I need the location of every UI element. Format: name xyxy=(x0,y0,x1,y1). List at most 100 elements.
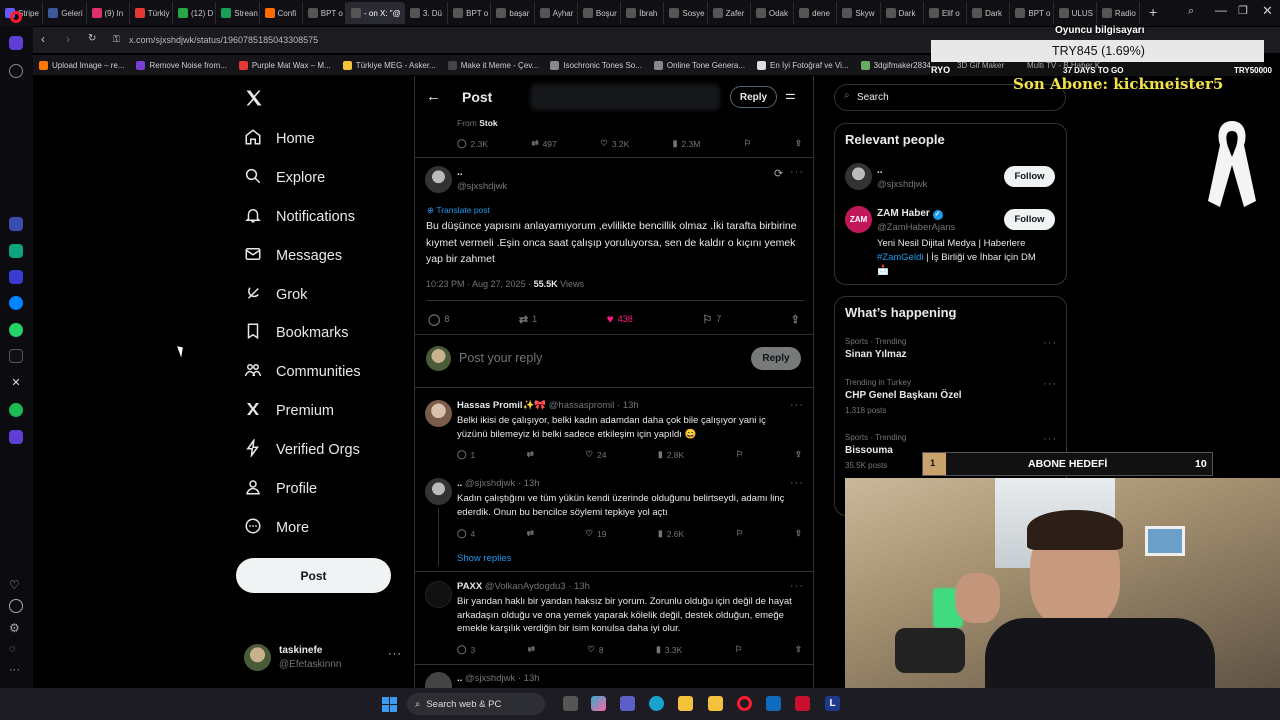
reply-more-icon[interactable]: ··· xyxy=(790,399,804,411)
account-handle[interactable]: @Efetaskinnn xyxy=(279,659,341,670)
post-timestamp[interactable]: 10:23 PM · Aug 27, 2025 · xyxy=(426,279,534,289)
bookmark-item[interactable]: Make it Meme - Çev... xyxy=(442,60,545,70)
like-action[interactable]: ♡ 24 xyxy=(585,449,606,460)
reply-name[interactable]: PAXX xyxy=(457,581,482,592)
repost-action[interactable]: ⇄ xyxy=(528,644,535,655)
bookmark-item[interactable]: En İyi Fotoğraf ve Vi... xyxy=(751,60,855,70)
trend-name[interactable]: CHP Genel Başkanı Özel xyxy=(845,390,962,401)
views-action[interactable]: ▮ 2.6K xyxy=(658,528,684,539)
repost-action[interactable]: ⇄ xyxy=(527,449,534,460)
browser-tab[interactable]: - on X: "@ xyxy=(346,2,405,24)
person-handle[interactable]: @ZamHaberAjans xyxy=(877,222,955,233)
browser-tab[interactable]: Skyw xyxy=(837,2,881,24)
reply-action[interactable]: ◯ 3 xyxy=(457,644,475,655)
bookmark-action[interactable]: ⚐ xyxy=(736,449,744,460)
bookmark-action[interactable]: ⚐ xyxy=(735,644,743,655)
nav-item-notifications[interactable]: Notifications xyxy=(244,206,355,228)
bookmark-action[interactable]: ⚐ xyxy=(736,528,744,539)
account-avatar[interactable] xyxy=(244,644,271,671)
maximize-button[interactable]: ❐ xyxy=(1238,4,1248,17)
word-icon[interactable] xyxy=(795,696,810,711)
views-action[interactable]: ▮ 3.3K xyxy=(656,644,682,655)
reply-handle[interactable]: @sjxshdjwk · 13h xyxy=(465,673,540,684)
browser-tab[interactable]: Ayhar xyxy=(535,2,578,24)
reply-handle[interactable]: @sjxshdjwk · 13h xyxy=(465,478,540,489)
extra-bookmark[interactable]: 3D Gif Maker xyxy=(957,61,1004,70)
forward-icon[interactable]: › xyxy=(66,32,70,46)
taskview-icon[interactable] xyxy=(563,696,578,711)
account-name[interactable]: taskinefe xyxy=(279,645,322,656)
trend-name[interactable]: Sinan Yılmaz xyxy=(845,349,907,360)
spotify-icon[interactable] xyxy=(9,403,23,417)
new-tab-button[interactable]: + xyxy=(1149,4,1157,20)
reply-name[interactable]: .. xyxy=(457,478,462,489)
author-name[interactable]: .. xyxy=(457,167,463,178)
show-replies-link[interactable]: Show replies xyxy=(457,553,511,564)
heart-icon[interactable]: ♡ xyxy=(9,578,23,592)
whatsapp-icon[interactable] xyxy=(9,323,23,337)
search-tabs-icon[interactable]: ⌕ xyxy=(1188,5,1194,18)
extra-bookmark[interactable]: Multi TV - B Haber K xyxy=(1027,61,1100,70)
author-handle[interactable]: @sjxshdjwk xyxy=(457,181,507,192)
browser-tab[interactable]: Strean xyxy=(216,2,260,24)
share-action[interactable]: ⇪ xyxy=(795,138,802,149)
person-name[interactable]: .. xyxy=(877,165,883,176)
browser-tab[interactable]: Stripe xyxy=(0,2,44,24)
browser-tab[interactable]: Radio xyxy=(1097,2,1140,24)
browser-tab[interactable]: Elif o xyxy=(924,2,968,24)
nav-item-more[interactable]: More xyxy=(244,517,309,539)
tiktok-icon[interactable] xyxy=(9,349,23,363)
browser-tab[interactable]: dene xyxy=(794,2,838,24)
reply-avatar[interactable] xyxy=(425,400,452,427)
browser-tab[interactable]: (9) In xyxy=(87,2,130,24)
share-action[interactable]: ⇪ xyxy=(795,528,802,539)
x-sidebar-icon[interactable]: ✕ xyxy=(9,376,23,390)
person-avatar[interactable] xyxy=(845,163,872,190)
back-arrow-icon[interactable]: ← xyxy=(426,88,441,105)
translate-link[interactable]: ⊕ Translate post xyxy=(427,205,490,216)
browser-tab[interactable]: başar xyxy=(491,2,535,24)
aria-icon[interactable] xyxy=(9,217,23,231)
reply-name[interactable]: Hassas Promil✨🎀 xyxy=(457,400,546,411)
outlook-icon[interactable] xyxy=(766,696,781,711)
bookmark-action[interactable]: ⚐ 7 xyxy=(702,313,721,326)
explorer-icon[interactable] xyxy=(678,696,693,711)
browser-tab[interactable]: 3. Dü xyxy=(405,2,449,24)
browser-tab[interactable]: Dark xyxy=(881,2,924,24)
post-more-icon[interactable]: ··· xyxy=(790,166,804,178)
trend-more-icon[interactable]: ··· xyxy=(1043,337,1057,349)
more-icon[interactable]: ··· xyxy=(9,664,23,678)
repost-action[interactable]: ⇄ 497 xyxy=(531,138,556,149)
history-icon[interactable] xyxy=(9,599,23,613)
bookmark-item[interactable]: Upload Image – re... xyxy=(33,60,130,70)
repost-action[interactable]: ⇄ 1 xyxy=(519,313,537,326)
settings-icon[interactable]: ⚙ xyxy=(9,621,23,635)
trend-name[interactable]: Bissouma xyxy=(845,445,893,456)
browser-tab[interactable]: Sosye xyxy=(664,2,708,24)
search-input[interactable]: Search xyxy=(857,92,889,103)
bookmark-item[interactable]: Online Tone Genera... xyxy=(648,60,751,70)
browser-tab[interactable]: BPT o xyxy=(1010,2,1054,24)
browser-tab[interactable]: İbrah xyxy=(621,2,665,24)
edge-icon[interactable] xyxy=(649,696,664,711)
browser-tab[interactable]: Geleri xyxy=(43,2,87,24)
share-action[interactable]: ⇪ xyxy=(795,449,802,460)
like-action[interactable]: ♡ 19 xyxy=(585,528,606,539)
filter-icon[interactable]: ⚌ xyxy=(785,88,796,102)
browser-tab[interactable]: BPT o xyxy=(303,2,346,24)
browser-tab[interactable]: Confi xyxy=(260,2,303,24)
app-l-icon[interactable]: L xyxy=(825,696,840,711)
home-sidebar-icon[interactable] xyxy=(9,36,23,50)
reply-input[interactable]: Post your reply xyxy=(459,351,542,365)
follow-button[interactable]: Follow xyxy=(1004,166,1055,187)
bookmark-item[interactable]: Isochronic Tones So... xyxy=(544,60,648,70)
bio-hashtag[interactable]: #ZamGeldi xyxy=(877,252,923,263)
post-button[interactable]: Post xyxy=(236,558,391,593)
x-logo-icon[interactable] xyxy=(244,88,264,108)
nav-item-profile[interactable]: Profile xyxy=(244,478,317,500)
back-icon[interactable]: ‹ xyxy=(41,32,45,46)
close-window-button[interactable]: ✕ xyxy=(1262,3,1273,19)
url-input[interactable]: x.com/sjxshdjwk/status/19607851850433085… xyxy=(129,35,318,45)
browser-tab[interactable]: Dark xyxy=(967,2,1011,24)
like-action[interactable]: ♡ 8 xyxy=(587,644,603,655)
